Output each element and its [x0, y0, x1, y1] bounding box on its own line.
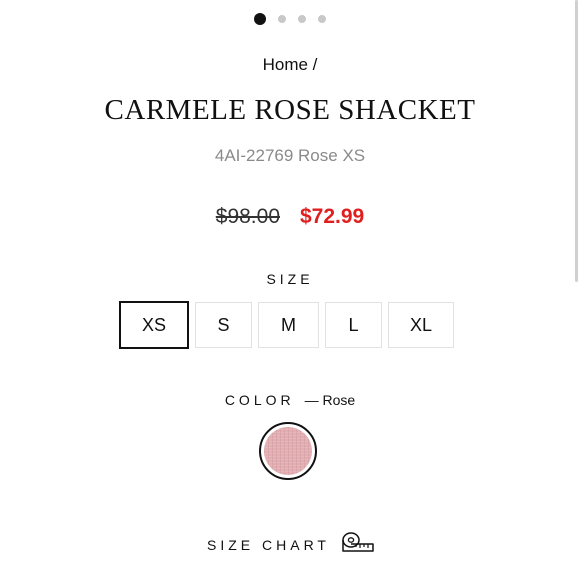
carousel-dot-1[interactable]	[254, 13, 266, 25]
original-price: $98.00	[215, 205, 280, 228]
size-options: XS S M L XL	[119, 301, 454, 349]
price-block: $98.00 $72.99	[0, 205, 580, 229]
product-page: Home / CARMELE ROSE SHACKET 4AI-22769 Ro…	[0, 0, 580, 580]
size-option-xs[interactable]: XS	[119, 301, 189, 349]
carousel-dot-3[interactable]	[298, 15, 306, 23]
size-option-l[interactable]: L	[325, 302, 382, 348]
carousel-dots	[0, 13, 580, 25]
size-option-xl[interactable]: XL	[388, 302, 454, 348]
color-swatch-fill	[264, 427, 312, 475]
product-sku: 4AI-22769 Rose XS	[214, 146, 366, 165]
product-title: CARMELE ROSE SHACKET	[104, 94, 476, 126]
size-chart-label: SIZE CHART	[207, 536, 330, 553]
measuring-tape-icon	[342, 530, 374, 559]
size-chart-link[interactable]: SIZE CHART	[207, 530, 374, 559]
size-option-s[interactable]: S	[195, 302, 252, 348]
size-label: SIZE	[266, 271, 314, 287]
breadcrumb: Home /	[0, 55, 580, 75]
sale-price: $72.99	[300, 205, 365, 228]
color-swatch-rose[interactable]	[259, 422, 317, 480]
color-row: COLOR — Rose	[0, 392, 580, 408]
scrollbar[interactable]	[575, 0, 578, 282]
size-option-m[interactable]: M	[258, 302, 319, 348]
carousel-dot-2[interactable]	[278, 15, 286, 23]
carousel-dot-4[interactable]	[318, 15, 326, 23]
color-label: COLOR	[224, 392, 295, 408]
breadcrumb-home-link[interactable]: Home /	[263, 55, 318, 74]
color-value: — Rose	[304, 392, 356, 408]
